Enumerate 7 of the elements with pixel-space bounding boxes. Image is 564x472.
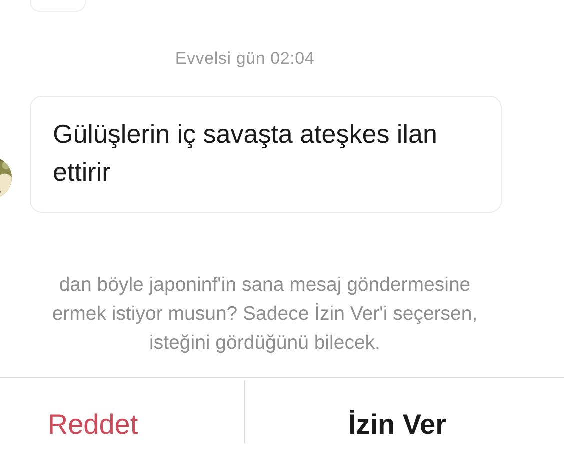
timestamp: Evvelsi gün 02:04 <box>175 49 315 69</box>
decline-button[interactable]: Reddet <box>40 404 146 444</box>
allow-button[interactable]: İzin Ver <box>340 404 455 444</box>
message-text: Gülüşlerin iç savaşta ateşkes ilan ettirir <box>53 118 438 189</box>
prompt-text: dan böyle japoninf'in sana mesaj göndermesine <box>59 273 471 298</box>
prompt-text: ermek istiyor musun? Sadece İzin Ver'i seçersen, <box>52 302 478 327</box>
prompt-text: isteğini gördüğünü bilecek. <box>150 331 380 356</box>
